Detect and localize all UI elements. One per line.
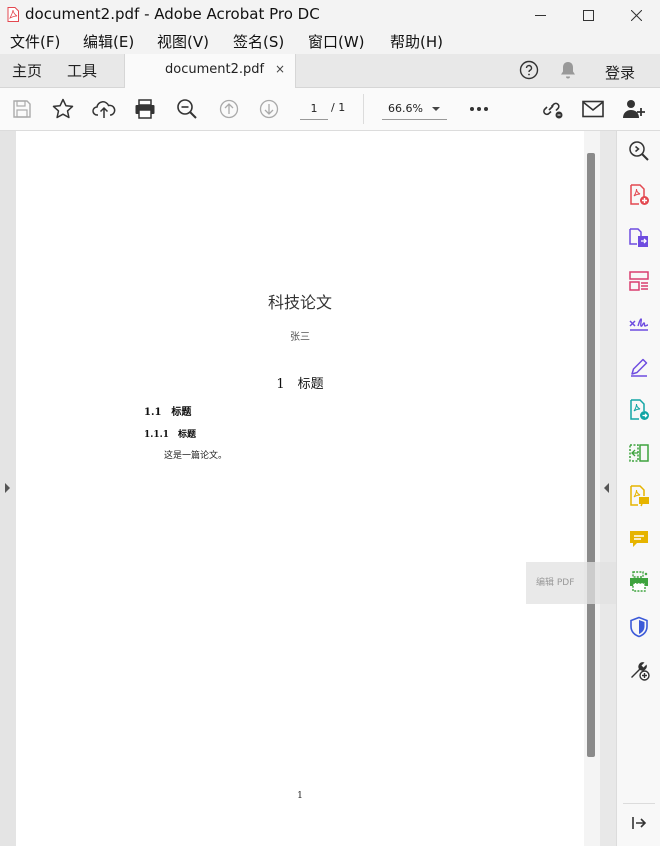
zoom-out-icon[interactable] [174, 96, 200, 122]
subsection-heading: 1.1 标题 [144, 407, 192, 418]
bookmark-star-icon[interactable] [50, 96, 76, 122]
add-user-icon[interactable] [621, 96, 647, 122]
login-button[interactable]: 登录 [605, 62, 635, 83]
title-bar: document2.pdf - Adobe Acrobat Pro DC [0, 0, 660, 30]
export-pdf-icon[interactable] [627, 226, 651, 250]
cloud-upload-icon[interactable] [91, 96, 117, 122]
comment-icon[interactable] [627, 527, 651, 551]
share-link-icon[interactable] [539, 96, 565, 122]
save-icon[interactable] [9, 96, 35, 122]
document-viewport: 科技论文 张三 1 标题 1.1 标题 1.1.1 标题 这是一篇论文。 1 [0, 131, 616, 846]
previous-page-icon[interactable] [216, 96, 242, 122]
section-heading: 1 标题 [276, 377, 324, 392]
close-window-button[interactable] [614, 0, 658, 30]
tab-tools[interactable]: 工具 [67, 60, 97, 81]
pdf-page: 科技论文 张三 1 标题 1.1 标题 1.1.1 标题 这是一篇论文。 1 [16, 131, 584, 846]
menu-file[interactable]: 文件(F) [10, 31, 60, 52]
minimize-button[interactable] [518, 0, 562, 30]
toolbar-divider [363, 94, 364, 124]
help-icon[interactable] [518, 59, 540, 81]
subsubsection-heading: 1.1.1 标题 [144, 430, 197, 440]
collapse-panel-icon[interactable] [627, 811, 651, 835]
print-production-icon[interactable] [627, 570, 651, 594]
panel-divider [623, 803, 655, 804]
right-tools-panel [616, 131, 660, 846]
zoom-in-tool-icon[interactable] [627, 139, 651, 163]
organize-pages-icon[interactable] [627, 269, 651, 293]
toolbar: 1 / 1 66.6% [0, 88, 660, 131]
menu-window[interactable]: 窗口(W) [308, 31, 365, 52]
menu-bar: 文件(F) 编辑(E) 视图(V) 签名(S) 窗口(W) 帮助(H) [0, 30, 660, 54]
menu-view[interactable]: 视图(V) [157, 31, 209, 52]
compare-files-icon[interactable] [627, 441, 651, 465]
edit-pen-icon[interactable] [627, 355, 651, 379]
expand-left-panel-icon [5, 483, 10, 493]
protect-shield-icon[interactable] [627, 615, 651, 639]
email-icon[interactable] [580, 96, 606, 122]
maximize-button[interactable] [566, 0, 610, 30]
menu-sign[interactable]: 签名(S) [233, 31, 284, 52]
page-number-footer: 1 [297, 791, 303, 801]
page-total: / 1 [331, 101, 346, 114]
body-text: 这是一篇论文。 [164, 451, 228, 461]
left-panel-toggle[interactable] [0, 131, 16, 846]
page-number-input[interactable]: 1 [300, 99, 328, 120]
fill-and-sign-icon[interactable] [627, 312, 651, 336]
convert-pdf-icon[interactable] [627, 398, 651, 422]
tab-home[interactable]: 主页 [12, 60, 42, 81]
chevron-down-icon [432, 107, 440, 111]
menu-help[interactable]: 帮助(H) [390, 31, 443, 52]
zoom-select[interactable]: 66.6% [382, 99, 447, 120]
bell-icon[interactable] [557, 59, 579, 81]
paper-author: 张三 [290, 332, 310, 343]
tab-bar: 主页 工具 document2.pdf × 登录 [0, 54, 660, 88]
collapse-right-panel-icon[interactable] [604, 483, 609, 493]
menu-edit[interactable]: 编辑(E) [83, 31, 134, 52]
document-tab-label: document2.pdf [165, 62, 265, 77]
tool-tooltip: 编辑 PDF [526, 562, 616, 604]
close-tab-button[interactable]: × [275, 62, 285, 76]
scrollbar-thumb[interactable] [587, 153, 595, 757]
next-page-icon[interactable] [256, 96, 282, 122]
zoom-value: 66.6% [388, 102, 423, 115]
more-tools-wrench-icon[interactable] [627, 658, 651, 682]
print-icon[interactable] [132, 96, 158, 122]
create-pdf-icon[interactable] [627, 183, 651, 207]
more-options-icon[interactable] [466, 96, 492, 122]
window-title: document2.pdf - Adobe Acrobat Pro DC [25, 5, 320, 23]
comment-file-icon[interactable] [627, 484, 651, 508]
paper-title: 科技论文 [267, 293, 332, 312]
pdf-file-icon [7, 7, 19, 22]
tab-document[interactable]: document2.pdf × [124, 54, 296, 88]
